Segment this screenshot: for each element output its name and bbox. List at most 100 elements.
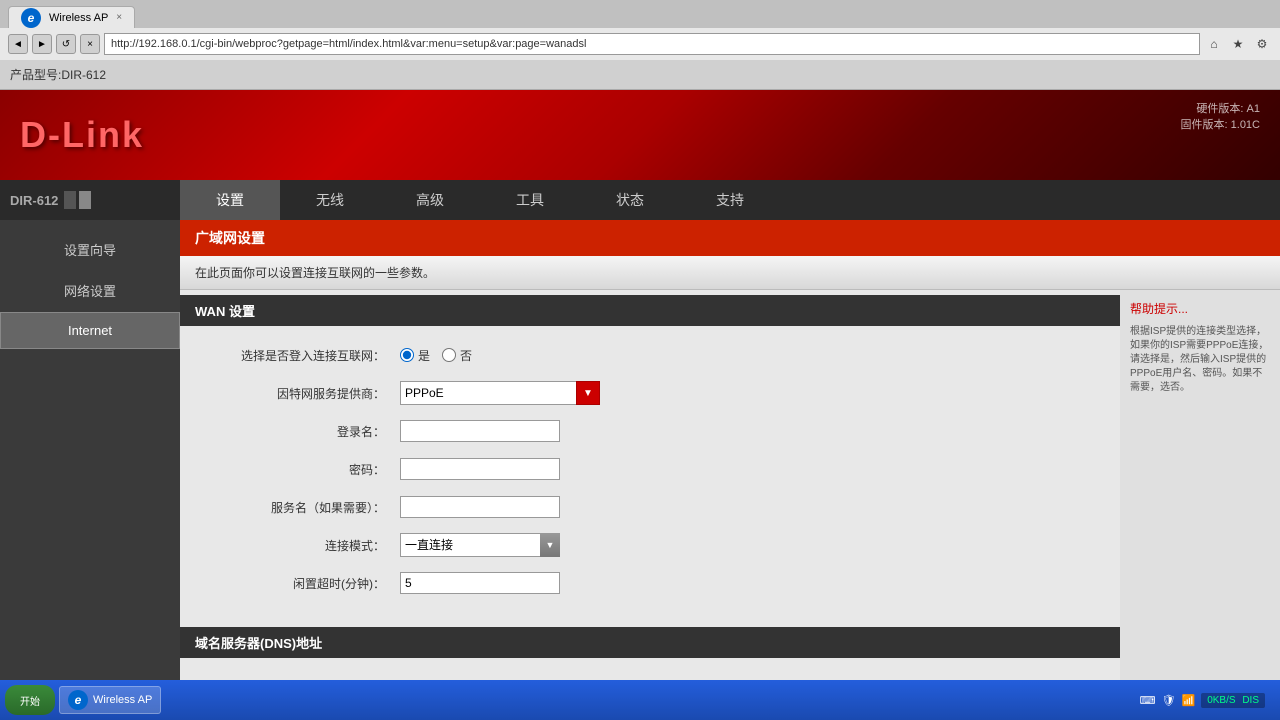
radio-no-label: 否 xyxy=(460,347,472,364)
forward-button[interactable]: ► xyxy=(32,34,52,54)
taskbar-ie-icon: e xyxy=(68,690,88,710)
idle-timeout-input[interactable] xyxy=(400,572,560,594)
password-input[interactable] xyxy=(400,458,560,480)
service-name-control xyxy=(400,496,560,518)
help-panel: 帮助提示... 根据ISP提供的连接类型选择，如果你的ISP需要PPPoE连接，… xyxy=(1120,290,1280,720)
home-icon[interactable]: ⌂ xyxy=(1204,34,1224,54)
form-row-connect: 选择是否登入连接互联网： 是 否 xyxy=(200,341,1100,369)
nav-tab-advanced[interactable]: 高级 xyxy=(380,180,480,220)
nav-tab-status[interactable]: 状态 xyxy=(580,180,680,220)
content-area: 广域网设置 在此页面你可以设置连接互联网的一些参数。 WAN 设置 选择是否登入… xyxy=(180,220,1280,720)
refresh-button[interactable]: ↺ xyxy=(56,34,76,54)
router-title: 产品型号:DIR-612 xyxy=(10,66,106,83)
form-row-idle-timeout: 闲置超时(分钟)： xyxy=(200,569,1100,597)
isp-select-arrow-icon[interactable]: ▼ xyxy=(576,381,600,405)
network-speed-value2: DIS xyxy=(1242,695,1259,706)
systray-network-icon: 📶 xyxy=(1181,694,1195,707)
firmware-hw-version: 硬件版本: A1 xyxy=(1181,100,1260,116)
dns-section-title: 域名服务器(DNS)地址 xyxy=(195,636,322,651)
page-header-bar: 广域网设置 xyxy=(180,220,1280,256)
nav-tab-tools[interactable]: 工具 xyxy=(480,180,580,220)
ie-icon-text: e xyxy=(75,693,82,707)
isp-label: 因特网服务提供商： xyxy=(200,385,400,402)
address-text: http://192.168.0.1/cgi-bin/webproc?getpa… xyxy=(111,38,586,50)
systray-keyboard-icon: ⌨ xyxy=(1140,694,1156,707)
dlink-logo-text: D-Link xyxy=(20,114,144,155)
nav-tab-status-label: 状态 xyxy=(616,190,644,210)
nav-tab-tools-label: 工具 xyxy=(516,190,544,210)
description-bar: 在此页面你可以设置连接互联网的一些参数。 xyxy=(180,256,1280,290)
favorites-icon[interactable]: ★ xyxy=(1228,34,1248,54)
dns-section-header: 域名服务器(DNS)地址 xyxy=(180,627,1120,658)
router-body: 设置向导 网络设置 Internet 广域网设置 在此页面你可以设置连接互联网的… xyxy=(0,220,1280,720)
browser-tab[interactable]: e Wireless AP × xyxy=(8,6,135,28)
tab-close-button[interactable]: × xyxy=(116,12,122,23)
back-button[interactable]: ◄ xyxy=(8,34,28,54)
taskbar: 开始 e Wireless AP ⌨ 🛡 📶 0KB/S DIS xyxy=(0,680,1280,720)
stop-button[interactable]: × xyxy=(80,34,100,54)
password-control xyxy=(400,458,560,480)
browser-toolbar: ◄ ► ↺ × http://192.168.0.1/cgi-bin/webpr… xyxy=(0,28,1280,60)
wan-section-title: WAN 设置 xyxy=(195,304,255,319)
tab-indicator-2 xyxy=(79,191,91,209)
service-name-input[interactable] xyxy=(400,496,560,518)
taskbar-window-title: Wireless AP xyxy=(93,694,152,706)
top-navigation-area: DIR-612 设置 无线 高级 工具 状态 支持 xyxy=(0,180,1280,220)
start-button[interactable]: 开始 xyxy=(5,685,55,715)
connection-mode-label: 连接模式： xyxy=(200,537,400,554)
radio-no-option[interactable]: 否 xyxy=(442,347,472,364)
connection-mode-select-wrapper[interactable]: 一直连接 ▼ xyxy=(400,533,560,557)
form-row-username: 登录名： xyxy=(200,417,1100,445)
top-nav: 设置 无线 高级 工具 状态 支持 xyxy=(180,180,1280,220)
taskbar-window-item[interactable]: e Wireless AP xyxy=(59,686,161,714)
sidebar-item-network-setup-label: 网络设置 xyxy=(64,284,116,299)
main-with-help: WAN 设置 选择是否登入连接互联网： 是 xyxy=(180,290,1280,720)
help-text: 根据ISP提供的连接类型选择，如果你的ISP需要PPPoE连接，请选择是，然后输… xyxy=(1130,325,1270,395)
username-input[interactable] xyxy=(400,420,560,442)
sidebar-item-setup-wizard-label: 设置向导 xyxy=(64,243,116,258)
form-row-service-name: 服务名（如果需要）： xyxy=(200,493,1100,521)
radio-no-input[interactable] xyxy=(442,348,456,362)
systray-security-icon: 🛡 xyxy=(1162,694,1176,707)
form-row-isp: 因特网服务提供商： PPPoE ▼ xyxy=(200,379,1100,407)
sidebar-item-setup-wizard[interactable]: 设置向导 xyxy=(0,230,180,269)
page-description: 在此页面你可以设置连接互联网的一些参数。 xyxy=(195,266,435,280)
nav-tab-wireless-label: 无线 xyxy=(316,190,344,210)
header-firmware-info: 硬件版本: A1 固件版本: 1.01C xyxy=(1181,100,1260,132)
radio-yes-label: 是 xyxy=(418,347,430,364)
username-label: 登录名： xyxy=(200,423,400,440)
tools-icon[interactable]: ⚙ xyxy=(1252,34,1272,54)
connect-internet-control: 是 否 xyxy=(400,347,472,364)
nav-tab-wireless[interactable]: 无线 xyxy=(280,180,380,220)
tab-title: Wireless AP xyxy=(49,12,108,24)
isp-select-wrapper[interactable]: PPPoE ▼ xyxy=(400,381,600,405)
nav-tab-support-label: 支持 xyxy=(716,190,744,210)
router-wrapper: 产品型号:DIR-612 D-Link 硬件版本: A1 固件版本: 1.01C… xyxy=(0,60,1280,720)
wan-form-area: 选择是否登入连接互联网： 是 否 xyxy=(180,326,1120,622)
isp-select-display[interactable]: PPPoE xyxy=(400,381,600,405)
nav-tab-advanced-label: 高级 xyxy=(416,190,444,210)
idle-timeout-label: 闲置超时(分钟)： xyxy=(200,575,400,592)
nav-tab-support[interactable]: 支持 xyxy=(680,180,780,220)
service-name-label: 服务名（如果需要）： xyxy=(200,499,400,516)
sidebar-item-internet[interactable]: Internet xyxy=(0,312,180,349)
network-speed-indicator: 0KB/S DIS xyxy=(1201,693,1265,708)
taskbar-right: ⌨ 🛡 📶 0KB/S DIS xyxy=(1140,693,1275,708)
radio-yes-option[interactable]: 是 xyxy=(400,347,430,364)
router-header: D-Link 硬件版本: A1 固件版本: 1.01C xyxy=(0,90,1280,180)
isp-select-value: PPPoE xyxy=(405,386,444,400)
radio-yes-input[interactable] xyxy=(400,348,414,362)
password-label: 密码： xyxy=(200,461,400,478)
nav-tab-setup[interactable]: 设置 xyxy=(180,180,280,220)
nav-tab-setup-label: 设置 xyxy=(216,190,244,210)
browser-tabs: e Wireless AP × xyxy=(0,0,1280,28)
connection-mode-select[interactable]: 一直连接 xyxy=(400,533,560,557)
model-label: DIR-612 xyxy=(10,193,58,208)
dlink-logo: D-Link xyxy=(20,114,144,156)
address-bar[interactable]: http://192.168.0.1/cgi-bin/webproc?getpa… xyxy=(104,33,1200,55)
help-title: 帮助提示... xyxy=(1130,300,1270,317)
page-header-title: 广域网设置 xyxy=(195,230,265,246)
sidebar-item-network-setup[interactable]: 网络设置 xyxy=(0,271,180,310)
browser-chrome: e Wireless AP × ◄ ► ↺ × http://192.168.0… xyxy=(0,0,1280,60)
tabs-indicator xyxy=(64,191,91,209)
